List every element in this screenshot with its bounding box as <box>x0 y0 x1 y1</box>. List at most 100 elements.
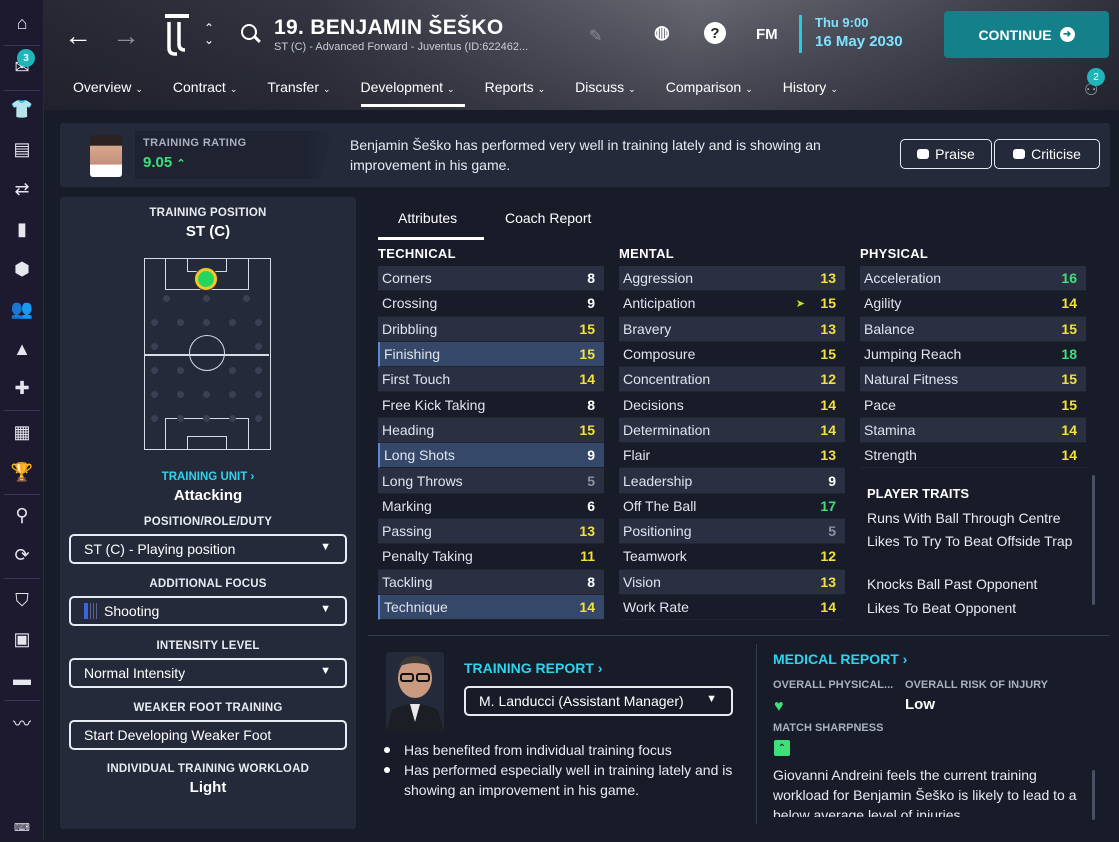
tab-discuss[interactable]: Discuss ⌄ <box>575 77 646 107</box>
attribute-row-technical[interactable]: Marking 6 <box>378 494 604 519</box>
help-icon[interactable]: ? <box>704 22 726 44</box>
medical-scrollbar[interactable] <box>1092 770 1095 820</box>
staff-icon[interactable]: 👥 <box>0 294 44 324</box>
search-icon[interactable] <box>241 24 257 40</box>
attribute-row-mental[interactable]: Flair 13 <box>619 443 845 469</box>
training-report-link[interactable]: TRAINING REPORT › <box>464 660 602 676</box>
traits-title: PLAYER TRAITS <box>867 486 970 501</box>
attribute-row-physical[interactable]: Balance 15 <box>860 316 1086 342</box>
world-icon[interactable]: ◍ <box>654 22 670 43</box>
coach-dropdown[interactable]: M. Landucci (Assistant Manager) ▼ <box>464 686 733 716</box>
attribute-row-physical[interactable]: Pace 15 <box>860 392 1086 418</box>
praise-button[interactable]: Praise <box>900 139 992 169</box>
attribute-row-technical[interactable]: Passing 13 <box>378 518 604 545</box>
attribute-value: 9 <box>587 447 595 464</box>
trait-item[interactable]: Runs With Ball Through Centre <box>867 508 1077 528</box>
club-icon[interactable]: ⬢ <box>0 254 44 284</box>
trait-item[interactable]: Knocks Ball Past Opponent <box>867 574 1077 594</box>
keyboard-icon[interactable]: ⌨ <box>0 812 44 842</box>
forward-arrow-icon[interactable]: → <box>112 20 140 52</box>
attribute-row-technical[interactable]: Corners 8 <box>378 266 604 292</box>
contracts-icon[interactable]: ▬ <box>0 664 44 694</box>
traits-scrollbar[interactable] <box>1092 475 1095 605</box>
attribute-row-technical[interactable]: Technique 14 <box>378 594 604 621</box>
tab-coach-report[interactable]: Coach Report <box>505 210 591 226</box>
tab-development[interactable]: Development ⌄ <box>360 77 465 107</box>
focus-dropdown[interactable]: Shooting ▼ <box>69 596 347 626</box>
dev-centre-icon[interactable]: 〰 <box>0 708 44 738</box>
attribute-row-mental[interactable]: Leadership 9 <box>619 468 845 494</box>
attribute-row-technical[interactable]: Tackling 8 <box>378 569 604 595</box>
back-arrow-icon[interactable]: ← <box>64 20 92 52</box>
attribute-row-physical[interactable]: Jumping Reach 18 <box>860 342 1086 368</box>
attribute-row-mental[interactable]: Composure 15 <box>619 342 845 368</box>
club-badge-icon[interactable] <box>162 12 192 58</box>
attribute-row-mental[interactable]: Anticipation ➤ 15 <box>619 291 845 317</box>
role-dropdown[interactable]: ST (C) - Playing position ▼ <box>69 534 347 564</box>
weak-foot-button[interactable]: Start Developing Weaker Foot <box>69 720 347 750</box>
tab-overview[interactable]: Overview ⌄ <box>73 77 153 107</box>
attribute-row-mental[interactable]: Aggression 13 <box>619 266 845 292</box>
attribute-row-mental[interactable]: Decisions 14 <box>619 392 845 418</box>
medical-report-link[interactable]: MEDICAL REPORT › <box>773 651 907 667</box>
player-switch-icon[interactable]: ⌃ ⌄ <box>204 22 214 46</box>
attribute-row-technical[interactable]: Finishing 15 <box>378 341 604 368</box>
divider <box>368 635 1110 636</box>
attribute-name: Flair <box>623 447 651 464</box>
tab-attributes[interactable]: Attributes <box>398 210 457 226</box>
speech-bubble-icon <box>917 149 930 159</box>
tactics-icon[interactable]: ▤ <box>0 134 44 164</box>
attribute-row-physical[interactable]: Natural Fitness 15 <box>860 367 1086 393</box>
sync-icon[interactable]: ⟳ <box>0 540 44 570</box>
medical-icon[interactable]: ✚ <box>0 373 44 403</box>
attribute-row-technical[interactable]: Long Throws 5 <box>378 468 604 494</box>
training-unit-link[interactable]: TRAINING UNIT › <box>60 471 356 483</box>
home-icon[interactable]: ⌂ <box>0 8 44 38</box>
tab-comparison[interactable]: Comparison ⌄ <box>666 77 763 107</box>
attribute-row-physical[interactable]: Strength 14 <box>860 443 1086 469</box>
intensity-dropdown[interactable]: Normal Intensity ▼ <box>69 658 347 688</box>
tab-transfer[interactable]: Transfer ⌄ <box>267 77 340 107</box>
attribute-row-technical[interactable]: Heading 15 <box>378 417 604 444</box>
criticise-button[interactable]: Criticise <box>994 139 1100 169</box>
player-position-marker[interactable] <box>195 268 217 290</box>
scouting-icon[interactable]: ▮ <box>0 214 44 244</box>
competitions-icon[interactable]: 🏆 <box>0 457 44 487</box>
search-icon[interactable]: ⚲ <box>0 500 44 530</box>
trait-item[interactable]: Likes To Beat Opponent <box>867 598 1077 618</box>
trait-item[interactable]: Likes To Try To Beat Offside Trap <box>867 531 1077 551</box>
schedule-icon[interactable]: ▦ <box>0 417 44 447</box>
attribute-row-mental[interactable]: Positioning 5 <box>619 518 845 545</box>
attribute-row-mental[interactable]: Off The Ball 17 <box>619 494 845 519</box>
attribute-row-mental[interactable]: Vision 13 <box>619 569 845 595</box>
tab-reports[interactable]: Reports ⌄ <box>485 77 556 107</box>
tab-label: Contract <box>172 79 226 95</box>
pitch-diagram[interactable] <box>144 258 271 450</box>
attribute-row-mental[interactable]: Work Rate 14 <box>619 595 845 621</box>
attribute-name: Free Kick Taking <box>382 396 486 413</box>
continue-button[interactable]: CONTINUE ➜ <box>944 11 1109 58</box>
fm-menu-button[interactable]: FM <box>756 26 778 43</box>
tab-contract[interactable]: Contract ⌄ <box>173 77 247 107</box>
attribute-value: 8 <box>587 270 595 287</box>
transfers-icon[interactable]: ⇄ <box>0 174 44 204</box>
attribute-row-mental[interactable]: Concentration 12 <box>619 367 845 393</box>
attribute-row-technical[interactable]: Crossing 9 <box>378 291 604 317</box>
finances-icon[interactable]: ▣ <box>0 624 44 654</box>
training-icon[interactable]: ▲ <box>0 334 44 364</box>
attribute-row-physical[interactable]: Stamina 14 <box>860 417 1086 444</box>
attribute-row-technical[interactable]: Penalty Taking 11 <box>378 544 604 570</box>
attribute-row-technical[interactable]: Long Shots 9 <box>378 443 604 469</box>
attribute-row-technical[interactable]: Free Kick Taking 8 <box>378 392 604 418</box>
attribute-row-mental[interactable]: Teamwork 12 <box>619 544 845 570</box>
attribute-row-mental[interactable]: Determination 14 <box>619 417 845 444</box>
attribute-row-physical[interactable]: Acceleration 16 <box>860 266 1086 292</box>
attribute-row-physical[interactable]: Agility 14 <box>860 291 1086 317</box>
squad-icon[interactable]: 👕 <box>0 94 44 124</box>
edit-icon[interactable]: ✎ <box>589 26 602 46</box>
tab-history[interactable]: History ⌄ <box>783 77 848 107</box>
attribute-row-technical[interactable]: Dribbling 15 <box>378 316 604 342</box>
club-vision-icon[interactable]: ⛉ <box>0 585 44 615</box>
attribute-row-technical[interactable]: First Touch 14 <box>378 367 604 393</box>
attribute-row-mental[interactable]: Bravery 13 <box>619 316 845 342</box>
